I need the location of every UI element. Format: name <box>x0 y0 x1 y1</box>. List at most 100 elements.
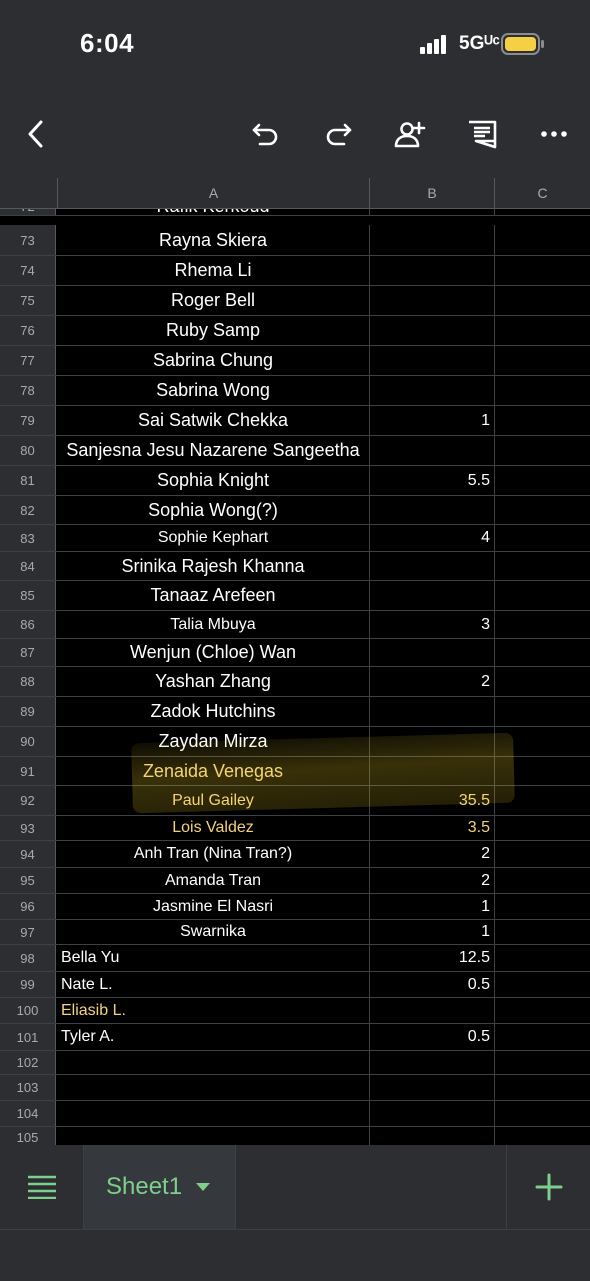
comment-button[interactable] <box>460 112 504 156</box>
row-number[interactable]: 77 <box>0 346 56 375</box>
cell-a[interactable]: Wenjun (Chloe) Wan <box>57 639 369 666</box>
cell-c[interactable] <box>494 998 590 1023</box>
row-number[interactable]: 83 <box>0 525 56 551</box>
cell-c[interactable] <box>494 1127 590 1145</box>
sheet-tab[interactable]: Sheet1 <box>84 1145 236 1229</box>
add-sheet-button[interactable] <box>506 1145 590 1229</box>
row-number[interactable]: 95 <box>0 868 56 893</box>
cell-a[interactable]: Eliasib L. <box>57 998 369 1023</box>
row-number[interactable]: 75 <box>0 286 56 315</box>
cell-b[interactable]: 0.5 <box>369 972 494 997</box>
cell-c[interactable] <box>494 667 590 696</box>
cell-c[interactable] <box>494 727 590 756</box>
cell-b[interactable] <box>369 256 494 285</box>
row-number[interactable]: 100 <box>0 998 56 1023</box>
cell-a[interactable]: Sabrina Chung <box>57 346 369 375</box>
column-header-a[interactable]: A <box>57 178 369 208</box>
cell-b[interactable] <box>369 581 494 610</box>
row-number[interactable]: 92 <box>0 786 56 815</box>
cell-b[interactable]: 3 <box>369 611 494 638</box>
cell-b[interactable]: 3.5 <box>369 816 494 840</box>
cell-a[interactable]: Paul Gailey <box>57 786 369 815</box>
cell-c[interactable] <box>494 1051 590 1074</box>
row-number[interactable]: 88 <box>0 667 56 696</box>
cell-b[interactable] <box>369 1075 494 1100</box>
row-number[interactable]: 91 <box>0 757 56 785</box>
row-number[interactable]: 86 <box>0 611 56 638</box>
undo-button[interactable] <box>244 112 288 156</box>
cell-c[interactable] <box>494 945 590 971</box>
row-number[interactable]: 79 <box>0 406 56 435</box>
cell-b[interactable] <box>369 346 494 375</box>
cell-c[interactable] <box>494 346 590 375</box>
row-number[interactable]: 96 <box>0 894 56 919</box>
row-number[interactable]: 80 <box>0 436 56 465</box>
cell-a[interactable]: Nate L. <box>57 972 369 997</box>
row-number[interactable]: 73 <box>0 225 56 255</box>
cell-b[interactable]: 1 <box>369 920 494 944</box>
cell-a[interactable]: Swarnika <box>57 920 369 944</box>
cell-b[interactable] <box>369 639 494 666</box>
cell-a[interactable]: Roger Bell <box>57 286 369 315</box>
row-number[interactable]: 84 <box>0 552 56 580</box>
row-number[interactable]: 94 <box>0 841 56 867</box>
cell-c[interactable] <box>494 376 590 405</box>
back-button[interactable] <box>14 112 58 156</box>
cell-c[interactable] <box>494 972 590 997</box>
cell-a[interactable]: Anh Tran (Nina Tran?) <box>57 841 369 867</box>
row-number[interactable]: 81 <box>0 466 56 495</box>
cell-a[interactable] <box>57 1101 369 1126</box>
cell-c[interactable] <box>494 1101 590 1126</box>
cell-c[interactable] <box>494 466 590 495</box>
cell-b[interactable] <box>369 496 494 524</box>
row-number[interactable]: 89 <box>0 697 56 726</box>
cell-a[interactable]: Amanda Tran <box>57 868 369 893</box>
row-number[interactable]: 101 <box>0 1024 56 1050</box>
cell-b[interactable] <box>369 727 494 756</box>
cell-b[interactable] <box>369 1101 494 1126</box>
row-number[interactable]: 105 <box>0 1127 56 1145</box>
cell-c[interactable] <box>494 286 590 315</box>
cell-a[interactable]: Sanjesna Jesu Nazarene Sangeetha <box>57 436 369 465</box>
cell-b[interactable]: 0.5 <box>369 1024 494 1050</box>
row-number[interactable]: 82 <box>0 496 56 524</box>
cell-b[interactable] <box>369 286 494 315</box>
cell-b[interactable] <box>369 1127 494 1145</box>
cell-b[interactable] <box>369 225 494 255</box>
row-number[interactable]: 78 <box>0 376 56 405</box>
cell-a[interactable]: Rayna Skiera <box>57 225 369 255</box>
row-number[interactable]: 104 <box>0 1101 56 1126</box>
redo-button[interactable] <box>316 112 360 156</box>
cell-a[interactable] <box>57 1127 369 1145</box>
cell-c[interactable] <box>494 436 590 465</box>
more-button[interactable] <box>532 112 576 156</box>
cell-a[interactable] <box>57 1051 369 1074</box>
cell-c[interactable] <box>494 611 590 638</box>
column-header-c[interactable]: C <box>494 178 590 208</box>
cell-a[interactable]: Yashan Zhang <box>57 667 369 696</box>
cell-c[interactable] <box>494 1024 590 1050</box>
cell-b[interactable] <box>369 316 494 345</box>
cell-b[interactable] <box>369 552 494 580</box>
cell-b[interactable]: 2 <box>369 667 494 696</box>
cell-c[interactable] <box>494 581 590 610</box>
row-number[interactable]: 103 <box>0 1075 56 1100</box>
cell-c[interactable] <box>494 697 590 726</box>
cell-c[interactable] <box>494 525 590 551</box>
cell-b[interactable] <box>369 998 494 1023</box>
cell-a[interactable]: Sai Satwik Chekka <box>57 406 369 435</box>
row-number[interactable]: 85 <box>0 581 56 610</box>
cell-a[interactable]: Bella Yu <box>57 945 369 971</box>
cell-c[interactable] <box>494 256 590 285</box>
cell-c[interactable] <box>494 816 590 840</box>
cell-a[interactable]: Srinika Rajesh Khanna <box>57 552 369 580</box>
cell-b[interactable] <box>369 757 494 785</box>
row-number[interactable]: 74 <box>0 256 56 285</box>
cell-b[interactable]: 2 <box>369 868 494 893</box>
cell-c[interactable] <box>494 316 590 345</box>
cell-b[interactable] <box>369 697 494 726</box>
cell-b[interactable]: 5.5 <box>369 466 494 495</box>
cell-a[interactable]: Lois Valdez <box>57 816 369 840</box>
cell-b[interactable]: 1 <box>369 894 494 919</box>
row-number[interactable]: 97 <box>0 920 56 944</box>
